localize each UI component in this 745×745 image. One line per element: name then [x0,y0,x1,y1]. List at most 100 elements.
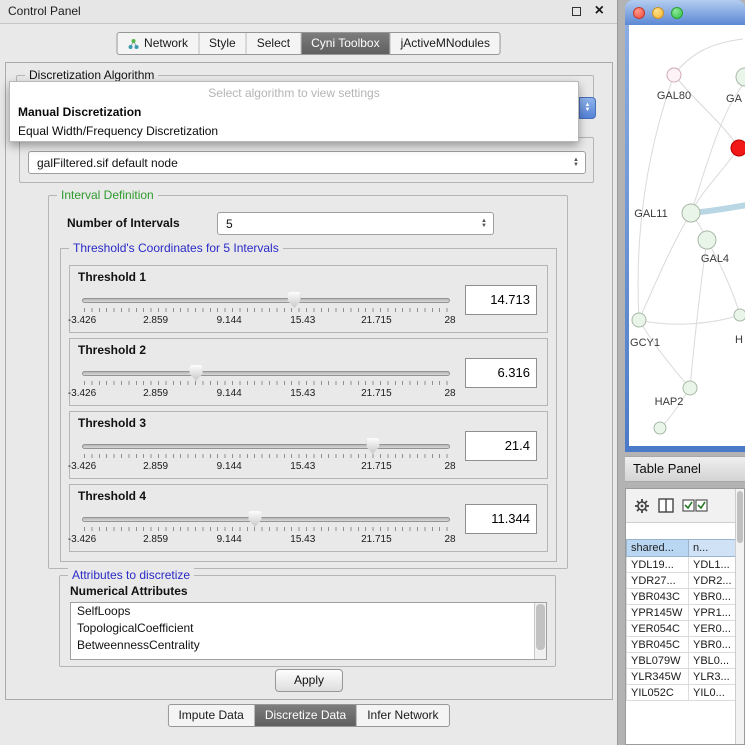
scale-label: 2.859 [143,461,168,472]
column-header-shared[interactable]: shared... [627,540,689,557]
table-row[interactable]: YBR043CYBR0... [627,589,737,605]
slider-thumb[interactable] [288,292,301,308]
cell[interactable]: YIL052C [627,685,689,701]
number-of-intervals-select[interactable]: 5 ▲▼ [217,212,494,235]
list-item[interactable]: TopologicalCoefficient [71,620,546,637]
algorithm-option-manual[interactable]: Manual Discretization [10,103,578,122]
tab-network[interactable]: Network [117,33,199,54]
cell[interactable]: YBR0... [689,637,737,653]
tab-label: Network [144,33,188,54]
table-row[interactable]: YER054CYER0... [627,621,737,637]
network-graph[interactable]: GAL80 GA GAL11 GAL4 GCY1 H HAP2 [629,25,745,446]
cell[interactable]: YBR043C [627,589,689,605]
node-gal4[interactable] [698,231,716,249]
slider-track[interactable] [82,517,450,522]
cell[interactable]: YBL079W [627,653,689,669]
slider-ticks [84,381,448,385]
network-canvas[interactable]: GAL80 GA GAL11 GAL4 GCY1 H HAP2 [629,25,745,446]
cell[interactable]: YDR2... [689,573,737,589]
threshold-1-value[interactable]: 14.713 [465,285,537,315]
tab-discretize-data[interactable]: Discretize Data [255,705,357,726]
tab-cyni-toolbox[interactable]: Cyni Toolbox [301,33,390,54]
scrollbar-thumb[interactable] [536,604,545,650]
table-row[interactable]: YDR27...YDR2... [627,573,737,589]
cell[interactable]: YDL1... [689,557,737,573]
threshold-3-slider[interactable]: -3.426 2.859 9.144 15.43 21.715 28 [82,436,450,476]
gear-icon[interactable] [634,498,650,514]
slider-track[interactable] [82,444,450,449]
node[interactable] [654,422,666,434]
algorithm-combo-button[interactable]: ▲ ▼ [579,97,596,119]
tab-label: Infer Network [367,705,438,726]
node[interactable] [667,68,681,82]
algorithm-dropdown-popup: Select algorithm to view settings Manual… [9,81,579,142]
scrollbar-thumb[interactable] [737,491,743,543]
node-label: HAP2 [655,396,684,408]
threshold-4-slider[interactable]: -3.426 2.859 9.144 15.43 21.715 28 [82,509,450,549]
threshold-2-slider[interactable]: -3.426 2.859 9.144 15.43 21.715 28 [82,363,450,403]
cell[interactable]: YLR3... [689,669,737,685]
close-traffic-light-icon[interactable] [633,7,645,19]
attributes-to-discretize-group: Attributes to discretize Numerical Attri… [59,575,556,667]
node-hap2[interactable] [683,381,697,395]
cell[interactable]: YER0... [689,621,737,637]
node-gcy1[interactable] [632,313,646,327]
cell[interactable]: YPR1... [689,605,737,621]
cell[interactable]: YDR27... [627,573,689,589]
slider-track[interactable] [82,371,450,376]
cell[interactable]: YDL19... [627,557,689,573]
numerical-attributes-list[interactable]: SelfLoops TopologicalCoefficient Between… [70,602,547,660]
slider-thumb[interactable] [190,365,203,381]
threshold-label: Threshold 3 [78,416,146,430]
tab-style[interactable]: Style [199,33,247,54]
table-row[interactable]: YLR345WYLR3... [627,669,737,685]
list-item[interactable]: SelfLoops [71,603,546,620]
table-row[interactable]: YIL052CYIL0... [627,685,737,701]
slider-thumb[interactable] [248,511,261,527]
close-icon[interactable]: × [595,2,604,20]
cell[interactable]: YIL0... [689,685,737,701]
slider-track[interactable] [82,298,450,303]
minimize-traffic-light-icon[interactable] [652,7,664,19]
table-row[interactable]: YBL079WYBL0... [627,653,737,669]
node[interactable] [734,309,745,321]
list-scrollbar[interactable] [534,603,546,659]
columns-icon[interactable] [658,498,674,513]
threshold-2-value[interactable]: 6.316 [465,358,537,388]
slider-thumb[interactable] [366,438,379,454]
table-row[interactable]: YBR045CYBR0... [627,637,737,653]
tab-impute-data[interactable]: Impute Data [168,705,254,726]
scale-label: 21.715 [361,315,392,326]
table-scrollbar[interactable] [735,489,744,744]
cell[interactable]: YBR045C [627,637,689,653]
cell[interactable]: YLR345W [627,669,689,685]
apply-button[interactable]: Apply [275,669,343,692]
cell[interactable]: YBL0... [689,653,737,669]
node-label: GCY1 [630,337,660,349]
zoom-traffic-light-icon[interactable] [671,7,683,19]
table-row[interactable]: YDL19...YDL1... [627,557,737,573]
tab-jactivemnodules[interactable]: jActiveMNodules [391,33,500,54]
tab-infer-network[interactable]: Infer Network [357,705,448,726]
algorithm-option-equal-width[interactable]: Equal Width/Frequency Discretization [10,122,578,141]
column-header-name[interactable]: n... [689,540,737,557]
cell[interactable]: YBR0... [689,589,737,605]
network-window-titlebar[interactable] [625,0,745,25]
selected-node[interactable] [731,140,745,156]
tab-label: Discretize Data [265,705,346,726]
slider-ticks [84,454,448,458]
threshold-1-slider[interactable]: -3.426 2.859 9.144 15.43 21.715 28 [82,290,450,330]
tab-select[interactable]: Select [247,33,301,54]
table-data-select[interactable]: galFiltered.sif default node ▲▼ [28,151,586,174]
select-all-checkbox-icon[interactable] [682,499,708,512]
float-window-icon[interactable] [572,7,581,16]
cell[interactable]: YPR145W [627,605,689,621]
threshold-4-value[interactable]: 11.344 [465,504,537,534]
cell[interactable]: YER054C [627,621,689,637]
node-gal11[interactable] [682,204,700,222]
list-item[interactable]: BetweennessCentrality [71,637,546,654]
node[interactable] [736,68,745,86]
threshold-3-value[interactable]: 21.4 [465,431,537,461]
network-icon [127,38,139,50]
table-row[interactable]: YPR145WYPR1... [627,605,737,621]
